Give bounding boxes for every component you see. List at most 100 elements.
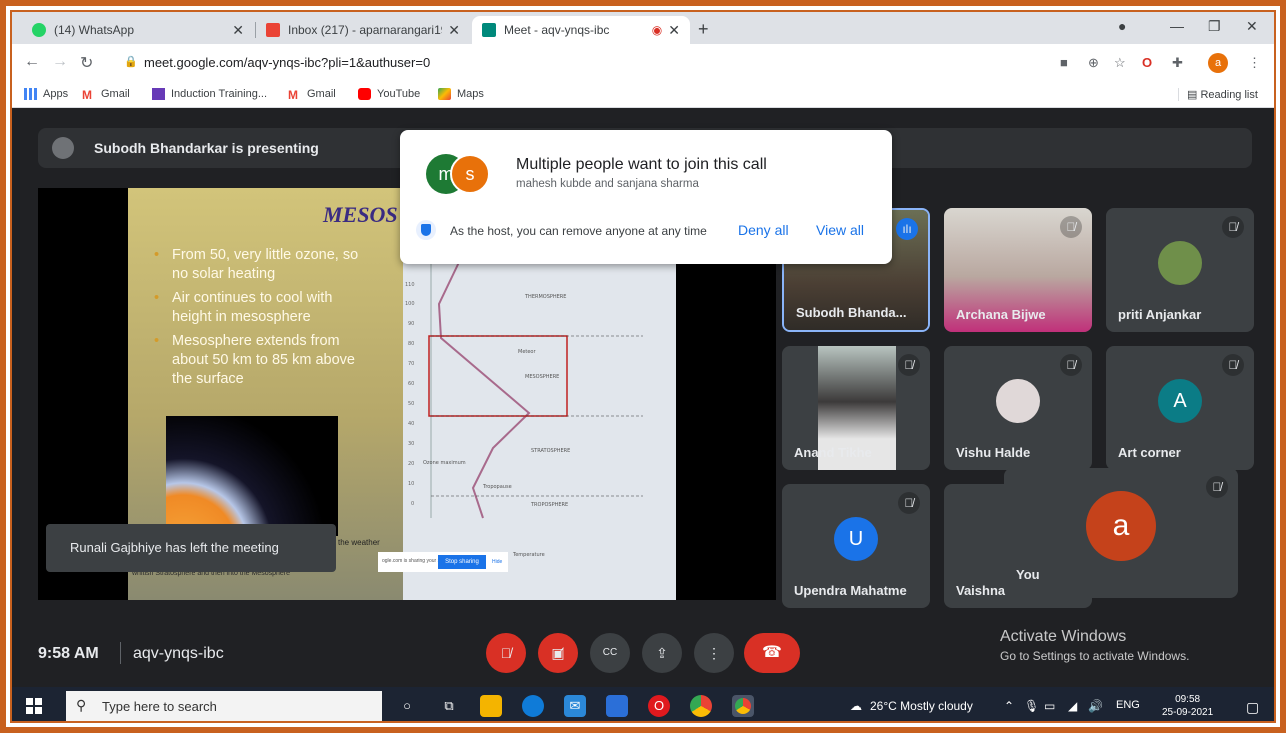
mic-toggle-button[interactable]: 🎙̸ (486, 633, 526, 673)
store-icon[interactable] (606, 695, 628, 717)
mail-icon[interactable]: ✉ (564, 695, 586, 717)
bookmark-apps[interactable]: Apps (24, 88, 68, 100)
close-tab-icon[interactable]: ✕ (448, 22, 460, 39)
bookmark-induction-training[interactable]: Induction Training... (152, 88, 267, 100)
weather-icon[interactable]: ☁ (850, 699, 862, 713)
tab-whatsapp[interactable]: (14) WhatsApp ✕ (22, 16, 254, 44)
opera-icon[interactable]: O (648, 695, 670, 717)
tray-chevron-icon[interactable]: ⌃ (1004, 699, 1014, 713)
restore-icon[interactable]: ❐ (1208, 18, 1221, 35)
earth-horizon-image (166, 416, 338, 536)
mic-off-icon: 🎙̸ (898, 492, 920, 514)
mic-off-icon: 🎙̸ (1206, 476, 1228, 498)
camera-toggle-button[interactable]: ▣̸ (538, 633, 578, 673)
participant-avatar (1158, 240, 1202, 285)
tab-meet[interactable]: Meet - aqv-ynqs-ibc ◉ ✕ (472, 16, 690, 44)
leave-call-button[interactable]: ☎ (744, 633, 800, 673)
chrome-active-icon[interactable] (732, 695, 754, 717)
weather-text[interactable]: 26°C Mostly cloudy (870, 699, 973, 713)
bookmark-gmail[interactable]: M Gmail (82, 88, 130, 102)
tab-gmail-inbox[interactable]: Inbox (217) - aparnarangari1982 ✕ (256, 16, 470, 44)
notifications-icon[interactable]: ▢ (1246, 699, 1259, 716)
bookmark-gmail-2[interactable]: M Gmail (288, 88, 336, 102)
address-bar[interactable]: 🔒 meet.google.com/aqv-ynqs-ibc?pli=1&aut… (116, 50, 1036, 76)
new-tab-button[interactable]: + (698, 19, 709, 40)
edge-icon[interactable] (522, 695, 544, 717)
deny-all-button[interactable]: Deny all (738, 222, 789, 238)
close-window-icon[interactable]: ✕ (1246, 18, 1258, 35)
dialog-title: Multiple people want to join this call (516, 156, 767, 173)
mic-tray-icon[interactable]: 🎙 (1024, 699, 1039, 713)
participant-tile-priti[interactable]: 🎙̸ priti Anjankar (1106, 208, 1254, 332)
lock-icon: 🔒 (124, 56, 138, 68)
participant-avatar: A (1158, 378, 1202, 423)
volume-icon[interactable]: 🔊 (1088, 699, 1103, 713)
windows-taskbar: ⚲ Type here to search ○ ⧉ ✉ O ☁ 26°C Mos… (12, 687, 1274, 721)
hide-button[interactable]: Hide (492, 559, 502, 565)
axis-tick: 10 (408, 481, 414, 487)
diagram-label: Meteor (518, 349, 536, 355)
participant-tile-art-corner[interactable]: A 🎙̸ Art corner (1106, 346, 1254, 470)
menu-icon[interactable]: ⋮ (1248, 55, 1261, 71)
network-icon[interactable]: ▭ (1044, 699, 1055, 713)
reload-icon[interactable]: ↻ (80, 53, 93, 73)
tab-search-icon[interactable]: ● (1118, 18, 1126, 34)
profile-avatar[interactable]: a (1208, 53, 1228, 73)
cortana-icon[interactable]: ○ (396, 695, 418, 717)
forward-icon[interactable]: → (52, 53, 68, 71)
mic-off-icon: 🎙̸ (1222, 216, 1244, 238)
url-text[interactable]: meet.google.com/aqv-ynqs-ibc?pli=1&authu… (144, 55, 430, 70)
diagram-label: Tropopause (482, 484, 512, 490)
captions-button[interactable]: CC (590, 633, 630, 673)
toolbar: ← → ↻ 🔒 meet.google.com/aqv-ynqs-ibc?pli… (12, 44, 1274, 82)
diagram-label: TROPOSPHERE (530, 502, 568, 508)
task-view-icon[interactable]: ⧉ (438, 695, 460, 717)
close-tab-icon[interactable]: ✕ (668, 22, 680, 39)
axis-tick: 50 (408, 401, 414, 407)
wifi-icon[interactable]: ◢ (1068, 699, 1077, 713)
axis-tick: 30 (408, 441, 414, 447)
back-icon[interactable]: ← (24, 53, 40, 71)
gmail-icon (266, 23, 280, 37)
more-options-button[interactable]: ⋮ (694, 633, 734, 673)
gmail-icon: M (288, 88, 298, 102)
bookmark-maps[interactable]: Maps (438, 88, 484, 100)
bookmark-star-icon[interactable]: ☆ (1114, 55, 1126, 71)
view-all-button[interactable]: View all (816, 222, 864, 238)
close-tab-icon[interactable]: ✕ (232, 22, 244, 39)
meeting-code: aqv-ynqs-ibc (133, 645, 224, 662)
participant-avatar (996, 378, 1040, 423)
axis-tick: 60 (408, 381, 414, 387)
language-indicator[interactable]: ENG (1116, 699, 1140, 711)
extensions-icon[interactable]: ✚ (1172, 55, 1183, 71)
participant-tile-archana[interactable]: 🎙̸ Archana Bijwe (944, 208, 1092, 332)
participant-tile-anand[interactable]: 🎙̸ Anand Tikhe (782, 346, 930, 470)
chrome-icon[interactable] (690, 695, 712, 717)
tab-label: Inbox (217) - aparnarangari1982 (288, 23, 442, 37)
self-view-tile[interactable]: a 🎙̸ You (1004, 468, 1238, 598)
zoom-icon[interactable]: ⊕ (1088, 55, 1099, 71)
taskbar-search[interactable]: ⚲ Type here to search (66, 691, 382, 721)
slide-bullets: From 50, very little ozone, so no solar … (154, 246, 374, 394)
participant-tile-upendra[interactable]: U 🎙̸ Upendra Mahatme (782, 484, 930, 608)
windows-start-icon[interactable] (26, 698, 42, 714)
diagram-label: THERMOSPHERE (524, 294, 566, 300)
participant-tile-vishu[interactable]: 🎙̸ Vishu Halde (944, 346, 1092, 470)
participant-avatar: U (834, 516, 878, 561)
tab-label: Meet - aqv-ynqs-ibc (504, 23, 610, 37)
mic-off-icon: 🎙̸ (1060, 354, 1082, 376)
file-explorer-icon[interactable] (480, 695, 502, 717)
reading-list-button[interactable]: ▤ Reading list (1178, 88, 1258, 101)
gmail-icon: M (82, 88, 92, 102)
stop-sharing-button[interactable]: Stop sharing (438, 555, 486, 569)
axis-tick: 110 (405, 282, 415, 288)
axis-tick: 80 (408, 341, 414, 347)
present-now-button[interactable]: ⇪ (642, 633, 682, 673)
presenter-avatar (52, 137, 74, 159)
left-meeting-toast: Runali Gajbhiye has left the meeting (46, 524, 336, 572)
opera-extension-icon[interactable]: O (1142, 55, 1152, 70)
taskbar-clock[interactable]: 09:58 25-09-2021 (1162, 693, 1213, 719)
minimize-icon[interactable]: — (1170, 18, 1184, 34)
camera-icon[interactable]: ■ (1060, 55, 1068, 70)
bookmark-youtube[interactable]: YouTube (358, 88, 420, 100)
